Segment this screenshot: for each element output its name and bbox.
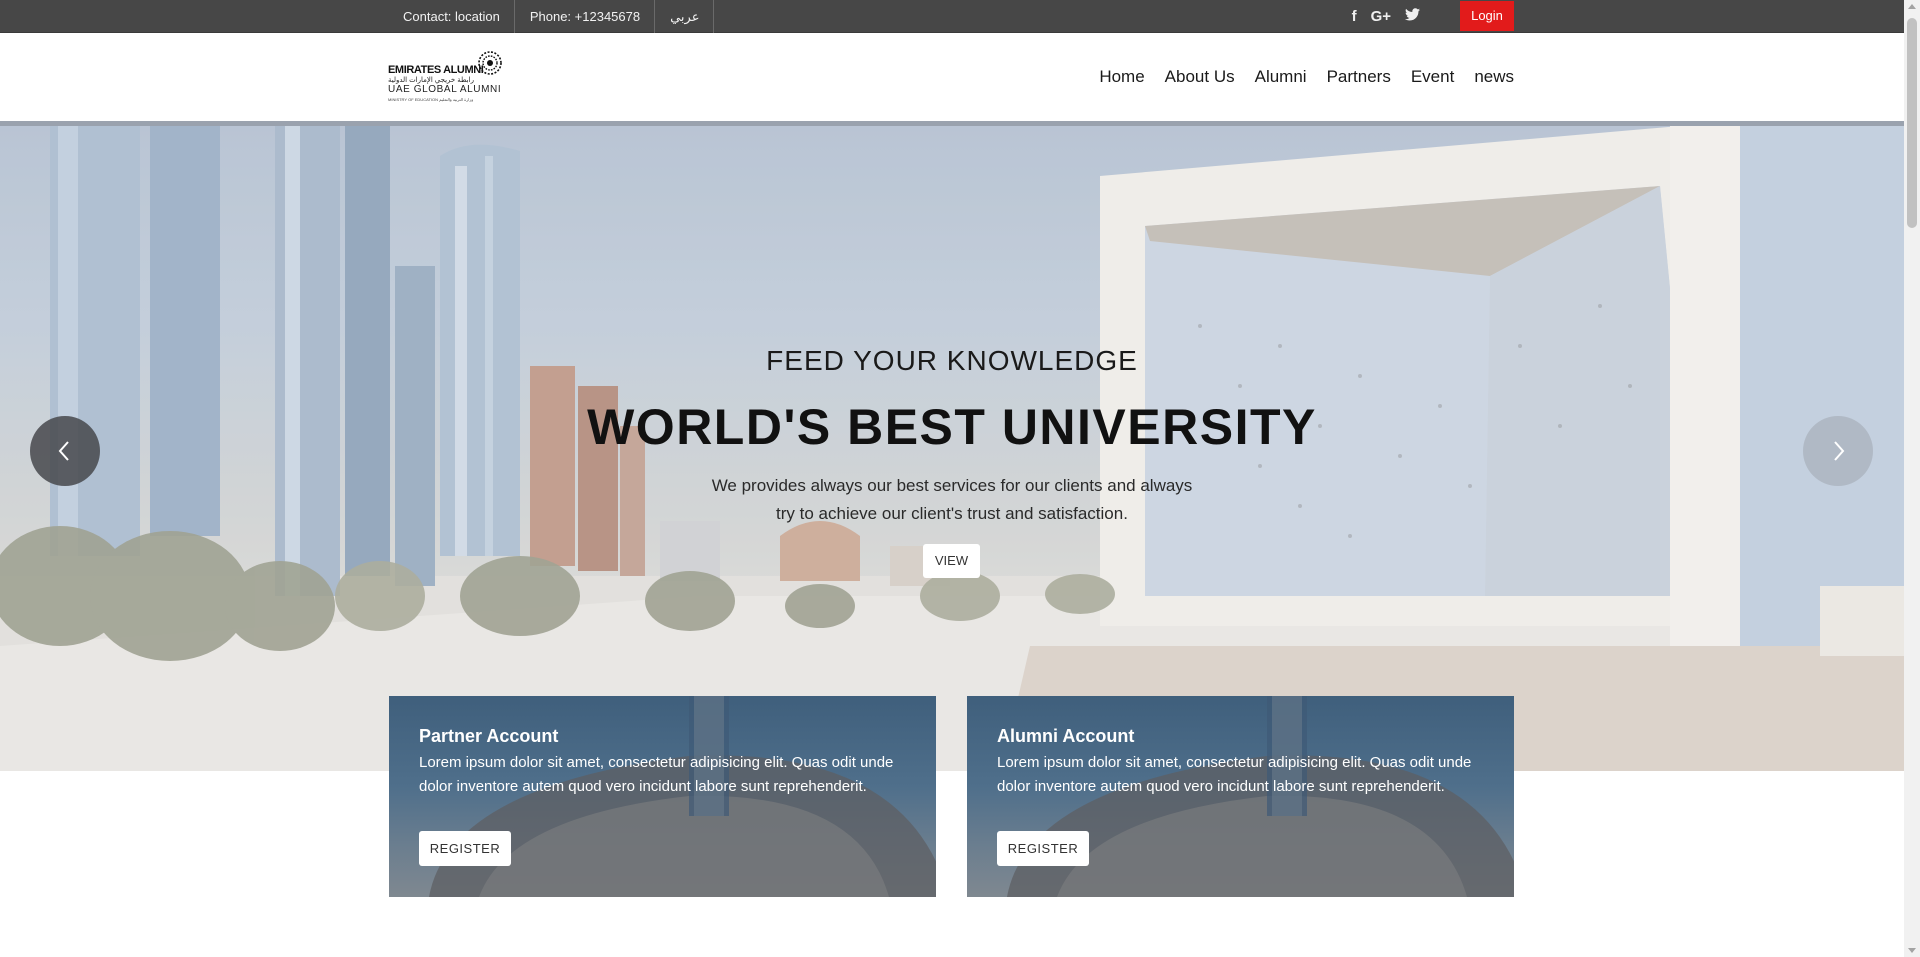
card-title: Alumni Account [997,726,1135,746]
nav-item-about-us[interactable]: About Us [1165,67,1235,87]
card-body: Lorem ipsum dolor sit amet, consectetur … [997,754,1472,795]
card-body: Lorem ipsum dolor sit amet, consectetur … [419,754,894,795]
login-button[interactable]: Login [1460,1,1514,31]
top-bar: Contact: location Phone: +12345678 عربي … [0,0,1904,33]
hero-slider: FEED YOUR KNOWLEDGE WORLD'S BEST UNIVERS… [0,121,1904,771]
hero-headline: WORLD'S BEST UNIVERSITY [587,399,1317,455]
logo-text-primary: EMIRATES ALUMNI [388,64,484,76]
top-bar-inner: Contact: location Phone: +12345678 عربي … [388,0,1514,33]
card-title: Partner Account [419,726,559,746]
partner-account-card: Partner Account Lorem ipsum dolor sit am… [389,696,936,897]
scroll-up-icon[interactable] [1908,4,1916,9]
slider-next-button[interactable] [1803,416,1873,486]
chevron-left-icon [58,441,69,461]
google-plus-icon[interactable]: G+ [1371,8,1391,25]
page-scrollbar[interactable] [1904,0,1920,957]
hero-subtext-line-2: try to achieve our client's trust and sa… [776,504,1128,523]
scrollbar-thumb[interactable] [1907,18,1917,228]
view-button[interactable]: VIEW [923,544,980,578]
partner-register-button[interactable]: REGISTER [419,831,511,866]
page: Contact: location Phone: +12345678 عربي … [0,0,1920,957]
scroll-down-icon[interactable] [1908,948,1916,953]
site-header: EMIRATES ALUMNI رابطة خريجي الإمارات الد… [0,33,1904,121]
main-nav: Home About Us Alumni Partners Event news [1099,33,1514,121]
nav-item-home[interactable]: Home [1099,67,1144,87]
alumni-account-card: Alumni Account Lorem ipsum dolor sit ame… [967,696,1514,897]
logo-text-secondary: UAE GLOBAL ALUMNI [388,84,502,95]
twitter-icon[interactable] [1405,8,1420,25]
hero-subtext: We provides always our best services for… [0,472,1904,528]
site-logo[interactable]: EMIRATES ALUMNI رابطة خريجي الإمارات الد… [388,50,503,104]
hero-kicker: FEED YOUR KNOWLEDGE [766,345,1138,376]
hero-caption: FEED YOUR KNOWLEDGE WORLD'S BEST UNIVERS… [0,126,1904,771]
slider-prev-button[interactable] [30,416,100,486]
facebook-icon[interactable]: f [1352,8,1357,25]
nav-item-news[interactable]: news [1474,67,1514,87]
nav-item-event[interactable]: Event [1411,67,1454,87]
chevron-right-icon [1834,441,1845,461]
hero-subtext-line-1: We provides always our best services for… [711,476,1193,495]
nav-item-partners[interactable]: Partners [1327,67,1391,87]
contact-list: Contact: location Phone: +12345678 عربي [388,0,715,33]
language-switch[interactable]: عربي [655,0,715,33]
contact-location: Contact: location [388,0,515,33]
nav-item-alumni[interactable]: Alumni [1255,67,1307,87]
logo-text-ministry: MINISTRY OF EDUCATION وزارة التربية والت… [388,97,474,102]
social-links: f G+ [1352,0,1420,33]
alumni-register-button[interactable]: REGISTER [997,831,1089,866]
contact-phone: Phone: +12345678 [515,0,656,33]
logo-text-arabic: رابطة خريجي الإمارات الدولية [388,77,474,84]
